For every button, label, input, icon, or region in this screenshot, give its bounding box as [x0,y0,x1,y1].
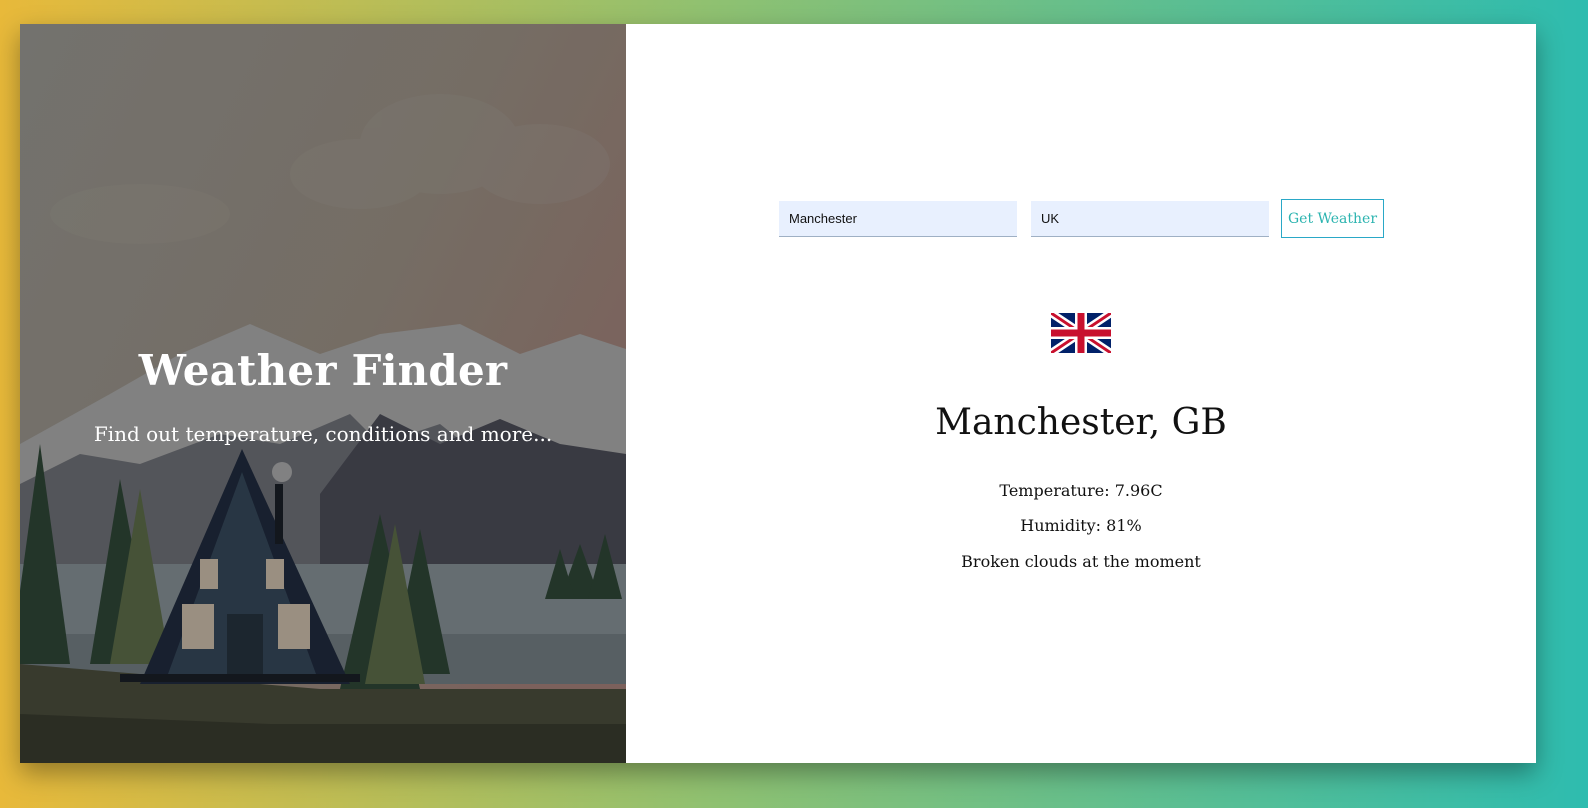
get-weather-button[interactable]: Get Weather [1281,199,1384,238]
uk-flag-icon [1051,313,1111,353]
hero-panel: Weather Finder Find out temperature, con… [20,24,626,763]
weather-panel: Get Weather Manchester, GB Temperature: … [626,24,1536,763]
app-card: Weather Finder Find out temperature, con… [20,24,1536,763]
hero-subtitle: Find out temperature, conditions and mor… [93,422,553,446]
country-input[interactable] [1031,201,1269,237]
hero-title: Weather Finder [138,346,508,395]
temperature-text: Temperature: 7.96C [999,481,1163,500]
location-title: Manchester, GB [935,402,1227,443]
city-input[interactable] [779,201,1017,237]
conditions-text: Broken clouds at the moment [961,552,1201,571]
humidity-text: Humidity: 81% [1020,516,1142,535]
